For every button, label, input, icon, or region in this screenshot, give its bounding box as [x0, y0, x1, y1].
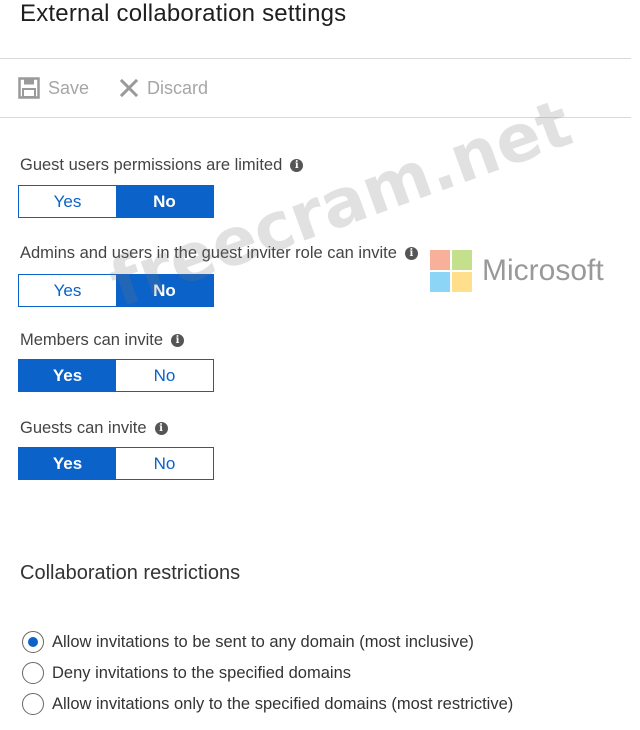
toggle-members-can-invite: Yes No: [18, 359, 214, 392]
section-title-collaboration-restrictions: Collaboration restrictions: [20, 562, 241, 584]
toggle-option-yes[interactable]: Yes: [19, 360, 116, 391]
setting-label-members-can-invite: Members can invite i: [20, 331, 185, 350]
toggle-option-yes[interactable]: Yes: [19, 275, 116, 306]
info-icon[interactable]: i: [154, 422, 168, 435]
info-icon[interactable]: i: [171, 334, 185, 347]
microsoft-wordmark: Microsoft: [482, 254, 604, 287]
radio-option-allow-any-domain[interactable]: Allow invitations to be sent to any doma…: [22, 631, 474, 653]
toggle-option-yes[interactable]: Yes: [19, 448, 116, 479]
toggle-option-yes[interactable]: Yes: [19, 186, 116, 217]
setting-label-guest-inviter-role-can-invite: Admins and users in the guest inviter ro…: [20, 244, 418, 263]
radio-button[interactable]: [22, 693, 44, 715]
radio-button[interactable]: [22, 631, 44, 653]
setting-label-guest-permissions-limited: Guest users permissions are limited i: [20, 156, 304, 175]
toggle-option-no[interactable]: No: [116, 275, 213, 306]
toggle-option-no[interactable]: No: [116, 448, 213, 479]
discard-button[interactable]: Discard: [119, 78, 208, 99]
microsoft-logo-icon: [430, 250, 472, 292]
toggle-guest-inviter-role-can-invite: Yes No: [18, 274, 214, 307]
info-icon[interactable]: i: [290, 159, 304, 172]
toggle-option-no[interactable]: No: [116, 360, 213, 391]
toolbar: Save Discard: [18, 72, 208, 104]
save-button[interactable]: Save: [18, 77, 89, 99]
divider: [0, 117, 631, 118]
save-label: Save: [48, 77, 90, 98]
page-title: External collaboration settings: [20, 0, 347, 27]
discard-label: Discard: [147, 77, 209, 98]
microsoft-logo-watermark: Microsoft: [430, 250, 604, 292]
radio-option-allow-only-specified-domains[interactable]: Allow invitations only to the specified …: [22, 693, 513, 715]
toggle-guests-can-invite: Yes No: [18, 447, 214, 480]
save-icon: [18, 77, 40, 99]
divider: [0, 58, 631, 59]
radio-button[interactable]: [22, 662, 44, 684]
radio-option-deny-specified-domains[interactable]: Deny invitations to the specified domain…: [22, 662, 351, 684]
toggle-guest-permissions-limited: Yes No: [18, 185, 214, 218]
info-icon[interactable]: i: [404, 247, 418, 260]
setting-label-guests-can-invite: Guests can invite i: [20, 419, 168, 438]
toggle-option-no[interactable]: No: [116, 186, 213, 217]
close-icon: [119, 78, 139, 98]
